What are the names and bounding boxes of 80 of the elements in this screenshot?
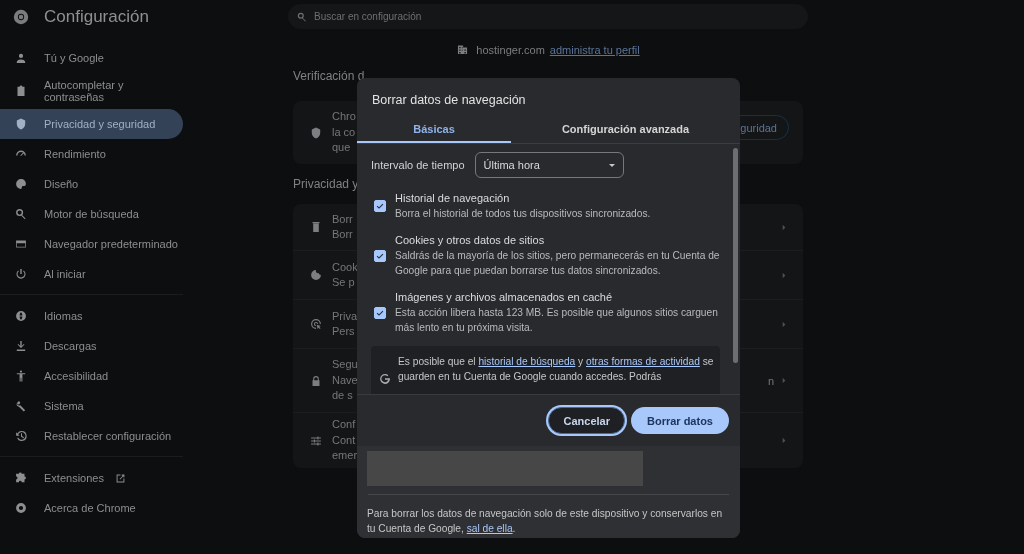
chevron-right-icon[interactable] xyxy=(782,320,786,328)
option-title: Cookies y otros datos de sitios xyxy=(395,233,546,248)
row-text: de s xyxy=(332,388,354,404)
option-title: Historial de navegación xyxy=(395,191,511,206)
activity-link[interactable]: otras formas de actividad xyxy=(586,356,700,367)
sidebar-item[interactable]: Acerca de Chrome xyxy=(0,493,183,523)
clear-data-button[interactable]: Borrar datos xyxy=(630,407,729,434)
search-field[interactable]: Buscar en configuración xyxy=(288,4,808,29)
row-text: Cont xyxy=(332,432,357,448)
checkbox[interactable] xyxy=(374,200,386,212)
download-icon xyxy=(14,339,28,353)
row-text: Borr xyxy=(332,211,353,227)
sidebar-item[interactable]: Autocompletar y contraseñas xyxy=(0,73,183,109)
sign-out-link[interactable]: sal de ella xyxy=(466,523,513,534)
row-text: Cook xyxy=(332,259,358,275)
option-description: Esta acción libera hasta 123 MB. Es posible que algunos sitios carguen más lento en tu próxima visita. xyxy=(395,306,719,335)
tab[interactable]: Básicas xyxy=(357,117,511,143)
search-icon xyxy=(296,10,308,23)
row-text: Pers xyxy=(332,324,356,339)
row-text: Segu xyxy=(332,357,358,373)
sidebar-item[interactable]: Navegador predeterminado xyxy=(0,229,183,259)
row-text: Borr xyxy=(332,227,353,242)
sidebar-item[interactable]: Idiomas xyxy=(0,301,183,331)
row-text: Nave xyxy=(332,372,358,388)
sidebar-item[interactable]: Motor de búsqueda xyxy=(0,199,183,229)
chrome-logo-icon xyxy=(14,501,28,515)
palette-icon xyxy=(14,177,28,191)
accessibility-icon xyxy=(14,369,28,383)
building-icon xyxy=(456,43,470,56)
sidebar-item[interactable]: Rendimiento xyxy=(0,139,183,169)
notice-text: Es posible que el historial de búsqueda y otras formas de actividad se guarden en tu Cuenta de Google cuando accedes. Podrás xyxy=(398,355,714,384)
sidebar-item[interactable]: Extensiones xyxy=(0,463,183,493)
google-g-icon xyxy=(378,372,392,386)
chrome-logo-icon xyxy=(12,8,30,26)
card-text: Chro xyxy=(332,109,356,125)
sidebar-item[interactable]: Descargas xyxy=(0,331,183,361)
app-title: Configuración xyxy=(44,7,149,27)
chevron-right-icon[interactable] xyxy=(782,377,786,384)
row-text: Se p xyxy=(332,275,356,290)
row-text: emer xyxy=(332,448,358,464)
chevron-right-icon[interactable] xyxy=(782,223,786,231)
option-title: Imágenes y archivos almacenados en caché xyxy=(395,290,614,305)
row-text: Conf xyxy=(332,417,357,433)
checkbox[interactable] xyxy=(374,249,386,262)
power-icon xyxy=(14,267,28,281)
scrollbar[interactable] xyxy=(733,148,738,363)
cancel-button[interactable]: Cancelar xyxy=(548,407,625,434)
time-range-dropdown[interactable]: Última hora xyxy=(474,152,624,178)
cookie-icon xyxy=(309,268,323,282)
search-icon xyxy=(14,207,28,221)
chevron-right-icon[interactable] xyxy=(782,271,786,279)
option-description: Saldrás de la mayoría de los sitios, pero permanecerás en tu Cuenta de Google para que puedan borrarse tus datos sincronizados. xyxy=(395,249,720,278)
option-description: Borra el historial de todos tus dispositivos sincronizados. xyxy=(395,207,651,221)
field-label: Intervalo de tiempo xyxy=(371,159,465,171)
card-text: que xyxy=(332,140,352,156)
sidebar-item[interactable]: Privacidad y seguridad xyxy=(0,109,183,139)
person-icon xyxy=(14,51,28,65)
activity-link[interactable]: historial de búsqueda xyxy=(478,356,576,367)
sidebar-item[interactable]: Diseño xyxy=(0,169,183,199)
footer-text: Para borrar los datos de navegación solo de este dispositivo y conservarlos en tu Cuenta de Google, sal de ella. xyxy=(367,507,724,536)
checkbox[interactable] xyxy=(374,306,386,319)
sliders-icon xyxy=(309,433,323,448)
dialog-title: Borrar datos de navegación xyxy=(371,92,527,107)
sidebar-item[interactable]: Accesibilidad xyxy=(0,361,183,391)
manage-profile-link[interactable]: administra tu perfil xyxy=(549,43,640,56)
row-text: Priva xyxy=(332,308,358,324)
sidebar-item[interactable]: Restablecer configuración xyxy=(0,421,183,451)
shield-icon xyxy=(14,117,28,131)
puzzle-icon xyxy=(14,471,28,485)
sidebar-item[interactable]: Al iniciar xyxy=(0,259,183,289)
sidebar-item[interactable]: Sistema xyxy=(0,391,183,421)
sidebar-item[interactable]: Tú y Google xyxy=(0,43,183,73)
target-cursor-icon xyxy=(309,317,323,331)
card-text: la co xyxy=(332,124,356,140)
managed-domain: hostinger.com xyxy=(476,43,545,56)
history-icon xyxy=(14,429,28,443)
shield-icon xyxy=(309,125,323,140)
row-text: n xyxy=(768,374,775,387)
chevron-right-icon[interactable] xyxy=(782,437,786,444)
wrench-icon xyxy=(14,399,28,413)
